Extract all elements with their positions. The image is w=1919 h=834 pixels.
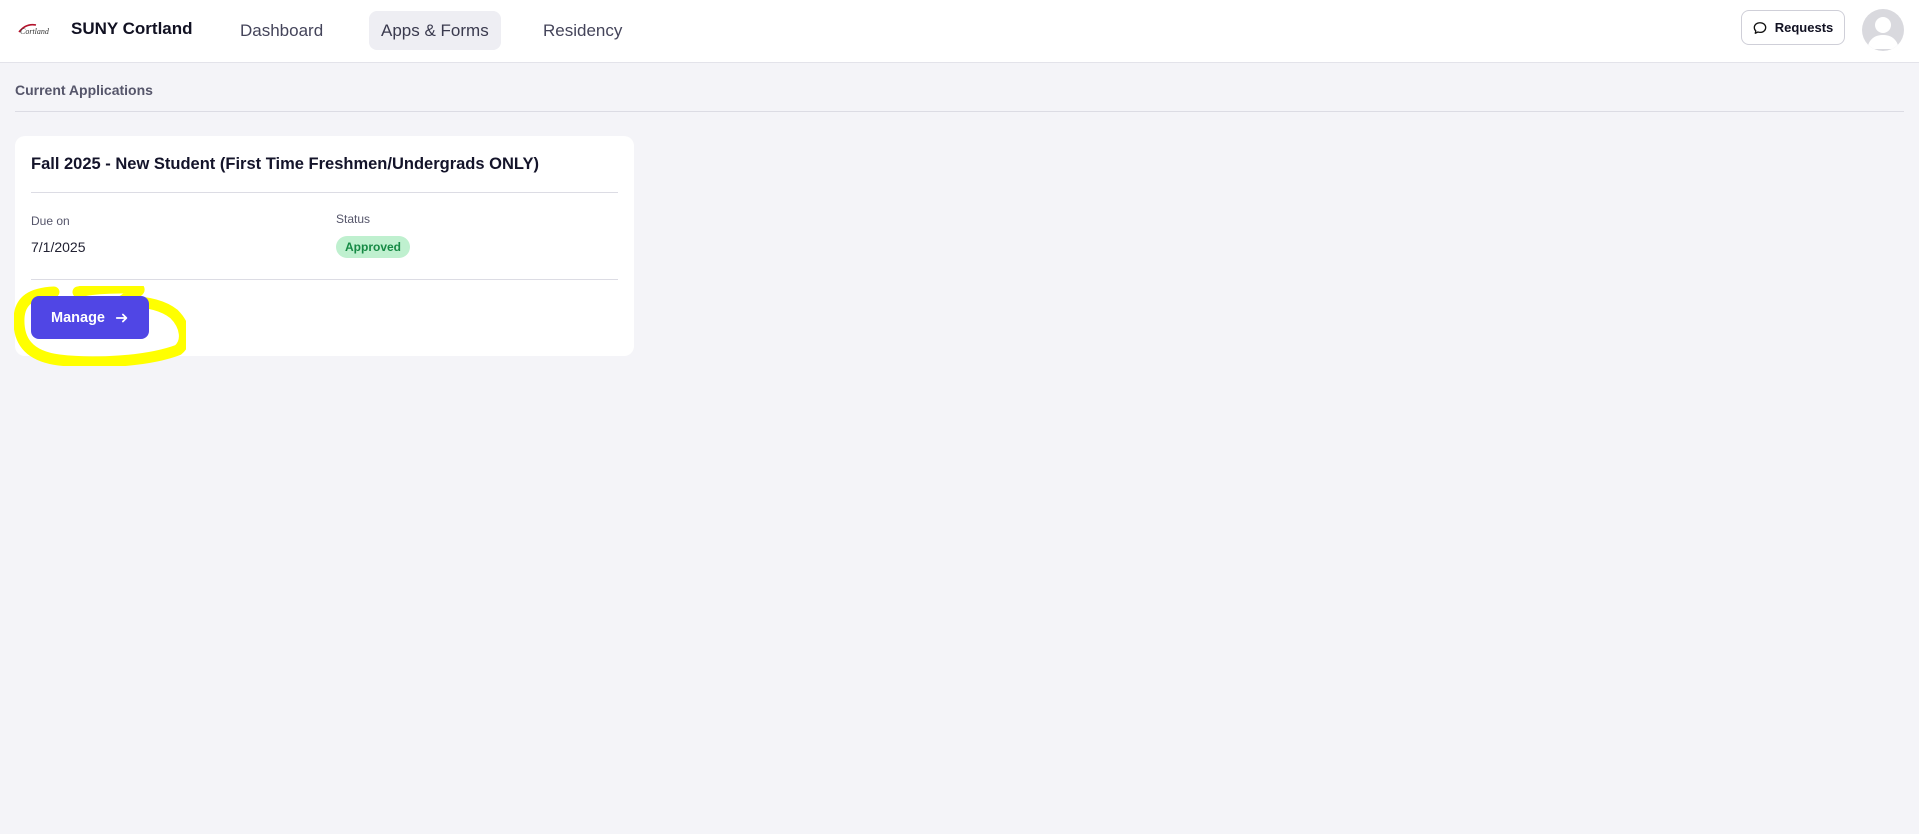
- requests-label: Requests: [1774, 20, 1834, 35]
- section-divider: [15, 111, 1904, 112]
- manage-label: Manage: [51, 309, 105, 326]
- logo-text: Cortland: [20, 27, 50, 36]
- application-title: Fall 2025 - New Student (First Time Fres…: [31, 155, 539, 173]
- top-navigation-bar: Cortland SUNY Cortland Dashboard Apps & …: [0, 0, 1919, 63]
- due-date: 7/1/2025: [31, 239, 86, 255]
- application-card: Fall 2025 - New Student (First Time Fres…: [15, 136, 634, 356]
- nav-apps-forms[interactable]: Apps & Forms: [369, 11, 501, 50]
- card-divider-bottom: [31, 279, 618, 280]
- section-title: Current Applications: [15, 82, 153, 98]
- user-avatar-icon[interactable]: [1862, 9, 1904, 51]
- status-label: Status: [336, 212, 371, 226]
- brand-name[interactable]: SUNY Cortland: [71, 19, 193, 39]
- card-divider-top: [31, 192, 618, 193]
- due-label: Due on: [31, 214, 70, 228]
- chat-bubble-icon: [1753, 21, 1767, 34]
- arrow-right-icon: [115, 313, 128, 322]
- requests-button[interactable]: Requests: [1741, 10, 1845, 45]
- nav-residency[interactable]: Residency: [531, 11, 634, 50]
- nav-dashboard[interactable]: Dashboard: [228, 11, 335, 50]
- suny-cortland-logo[interactable]: Cortland: [16, 20, 52, 38]
- status-badge: Approved: [336, 236, 411, 258]
- manage-button[interactable]: Manage: [31, 296, 149, 339]
